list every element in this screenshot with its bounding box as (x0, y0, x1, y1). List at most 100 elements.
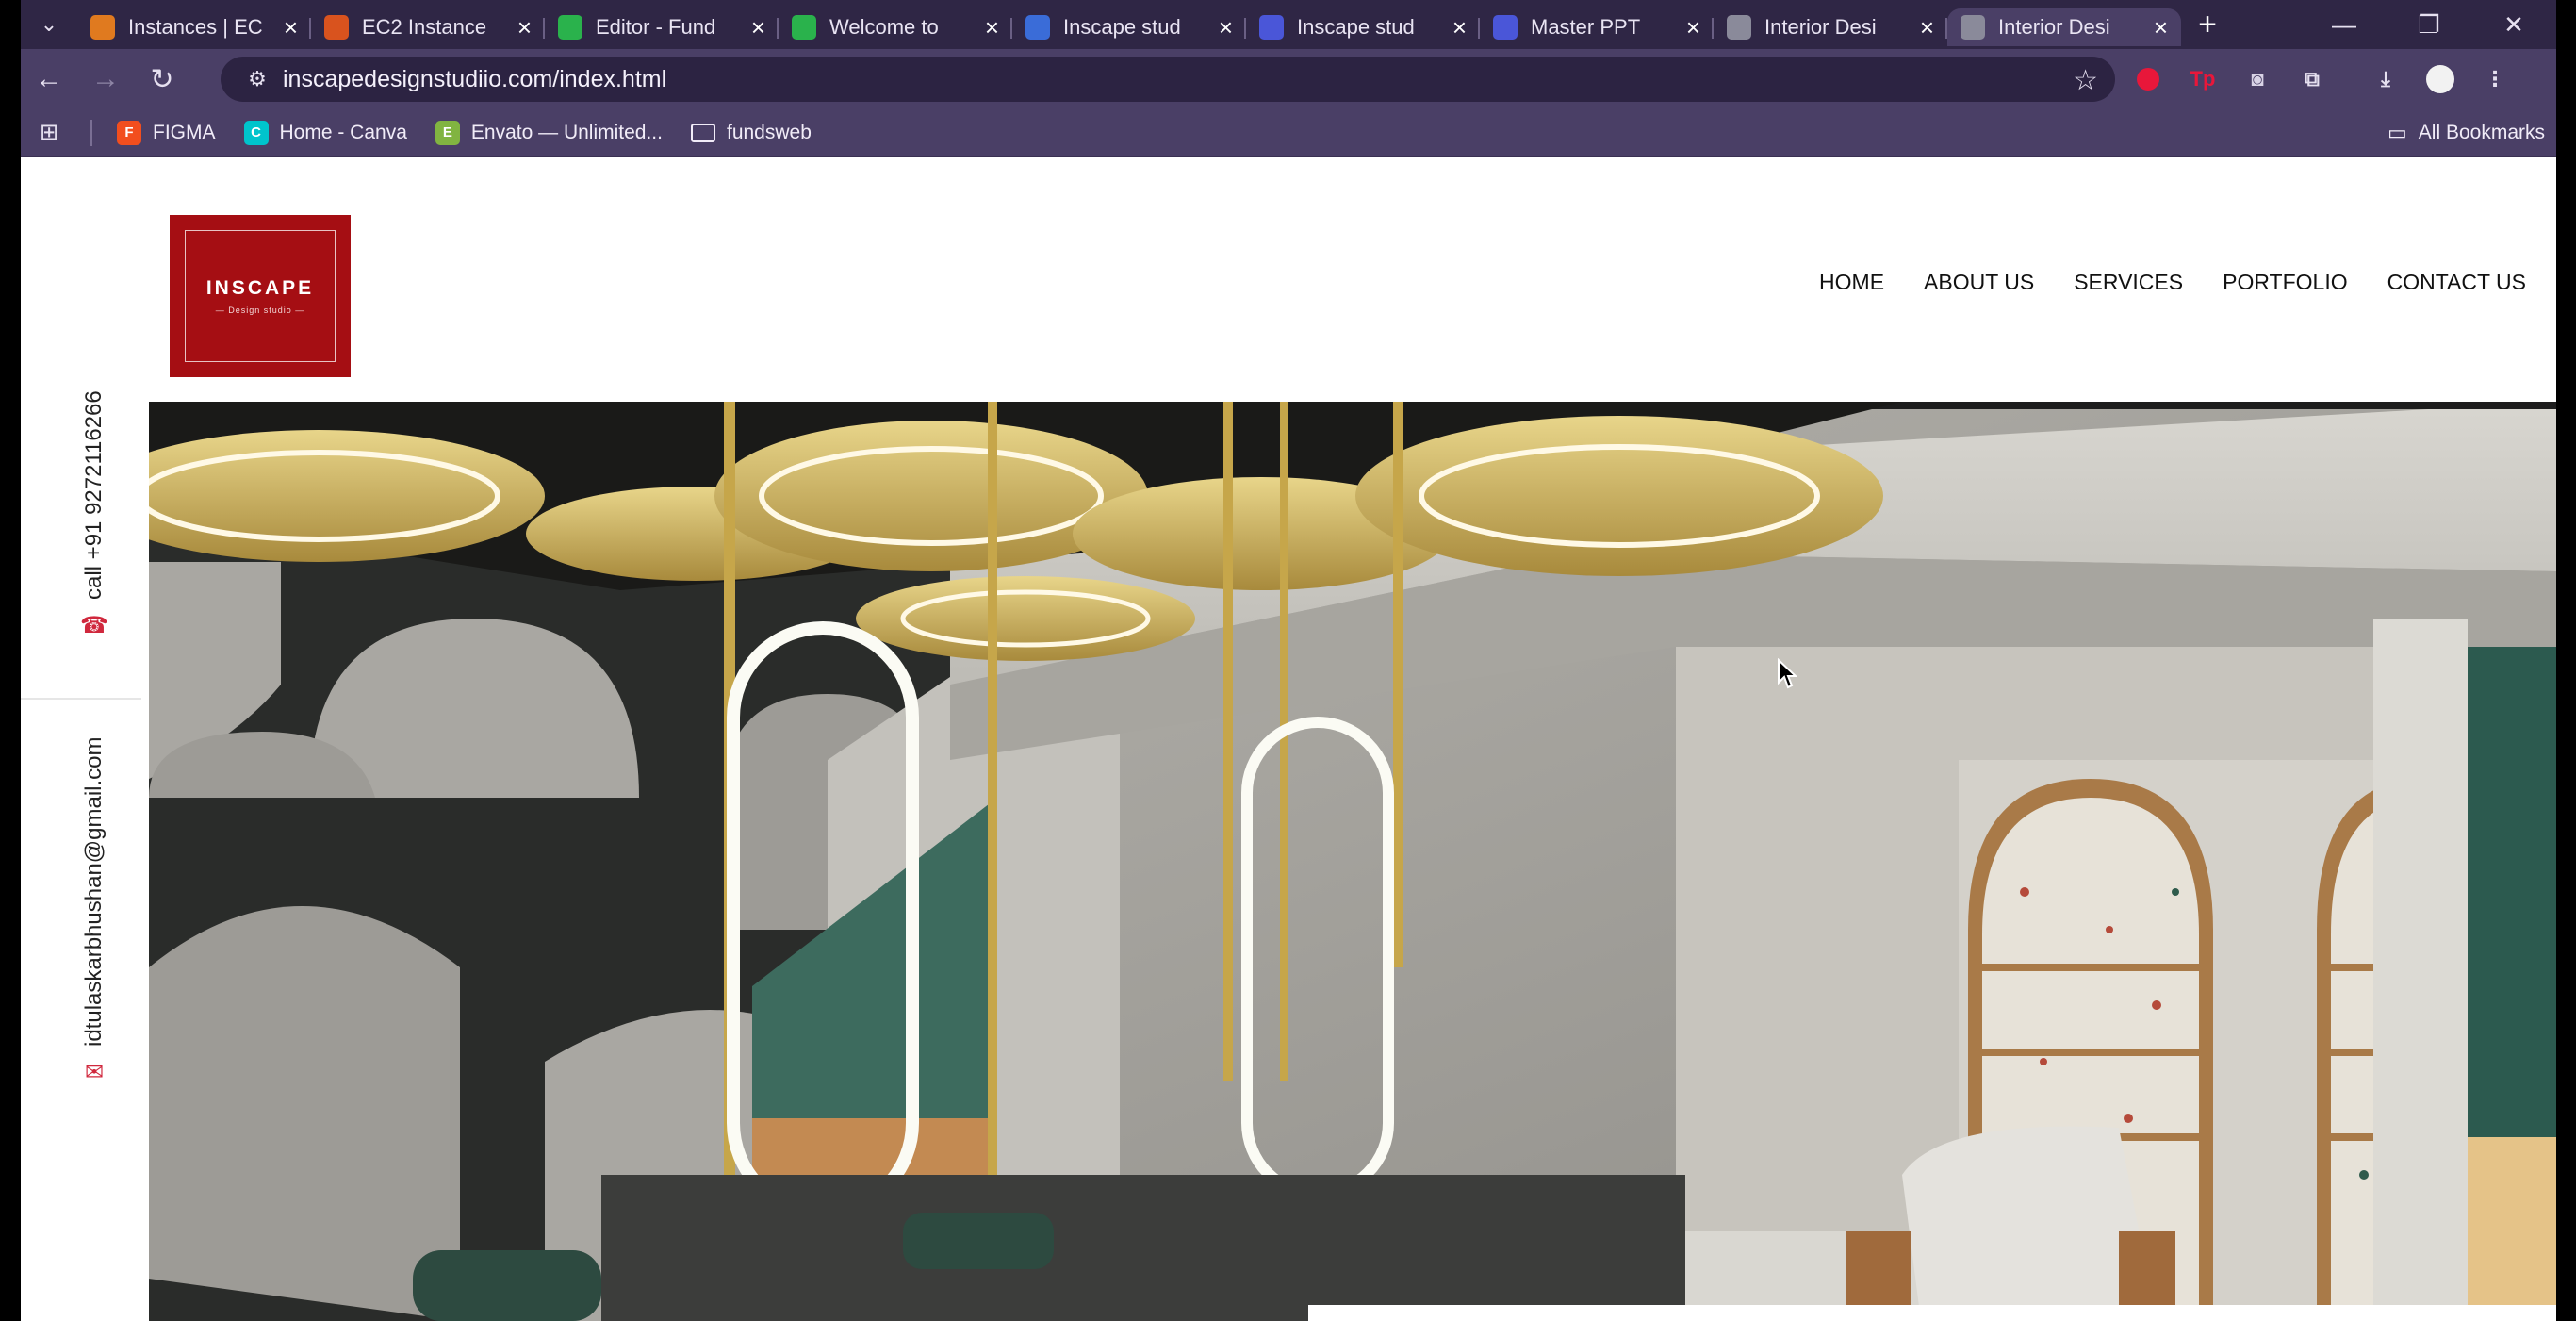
address-bar[interactable]: ⚙ inscapedesignstudiio.com/index.html ☆ (221, 57, 2115, 102)
globe-icon (1961, 15, 1985, 40)
bookmark-item[interactable]: C Home - Canva (243, 120, 407, 145)
browser-tab[interactable]: Master PPT × (1480, 8, 1714, 46)
back-arrow-icon[interactable]: ← (21, 49, 77, 109)
tab-label: Inscape stud (1063, 15, 1181, 39)
url-text[interactable]: inscapedesignstudiio.com/index.html (283, 66, 666, 93)
browser-tab[interactable]: Instances | EC × (77, 8, 311, 46)
tab-close-icon[interactable]: × (517, 13, 532, 42)
camera-extension-icon[interactable]: ◙ (2241, 63, 2273, 95)
side-contact-bar: ☎ call +91 9272116266 ✉ idtulaskarbhusha… (21, 157, 141, 1321)
tab-label: Instances | EC (128, 15, 263, 39)
tab-label: Inscape stud (1297, 15, 1415, 39)
tab-label: Interior Desi (1764, 15, 1877, 39)
nav-services[interactable]: SERVICES (2074, 270, 2183, 295)
blue-shield-icon (1493, 15, 1518, 40)
logo-tagline: — Design studio — (215, 305, 305, 315)
inscape-logo[interactable]: INSCAPE — Design studio — (170, 215, 351, 377)
browser-toolbar: ← → ↻ ⚙ inscapedesignstudiio.com/index.h… (21, 49, 2556, 109)
nav-about-us[interactable]: ABOUT US (1924, 270, 2034, 295)
aws-orange-icon (90, 15, 115, 40)
tp-extension-icon[interactable]: Tp (2187, 63, 2219, 95)
bookmark-favicon-icon: E (435, 120, 460, 145)
browser-tab[interactable]: EC2 Instance × (311, 8, 545, 46)
profile-avatar[interactable] (2424, 63, 2456, 95)
logo-frame: INSCAPE — Design studio — (185, 230, 336, 362)
extension-icons: Tp ◙ ⧉ ⤓ ⋮ (2132, 49, 2511, 109)
logo-brand: INSCAPE (205, 277, 315, 299)
window-controls: — ❐ ✕ (2302, 0, 2556, 49)
tab-label: Welcome to (829, 15, 939, 39)
tab-close-icon[interactable]: × (985, 13, 999, 42)
bookmark-item[interactable]: ▭ fundsweb (690, 121, 812, 145)
tab-label: Interior Desi (1998, 15, 2110, 39)
bookmark-label: fundsweb (726, 121, 812, 143)
tab-close-icon[interactable]: × (2154, 13, 2168, 42)
aws-orange-icon (324, 15, 349, 40)
tab-strip: ⌄ Instances | EC × EC2 Instance × Editor - F… (21, 0, 2556, 49)
tab-close-icon[interactable]: × (751, 13, 765, 42)
all-bookmarks-button[interactable]: ▭ All Bookmarks (2387, 109, 2545, 157)
mail-icon: ✉ (84, 1059, 105, 1085)
bookmark-separator (90, 119, 92, 146)
website-viewport: ☎ call +91 9272116266 ✉ idtulaskarbhusha… (21, 157, 2556, 1321)
bookmark-item[interactable]: E Envato — Unlimited... (435, 120, 663, 145)
browser-tab[interactable]: Editor - Fund × (545, 8, 779, 46)
minimize-icon[interactable]: — (2302, 0, 2387, 49)
mouse-pointer-icon (1778, 658, 1797, 689)
tab-close-icon[interactable]: × (1219, 13, 1233, 42)
tab-close-icon[interactable]: × (1452, 13, 1467, 42)
menu-kebab-icon[interactable]: ⋮ (2479, 63, 2511, 95)
bookmark-favicon-icon: F (117, 120, 141, 145)
all-bookmarks-label: All Bookmarks (2418, 122, 2545, 143)
browser-tab[interactable]: Interior Desi × (1714, 8, 1947, 46)
tab-close-icon[interactable]: × (284, 13, 298, 42)
blue-globe-icon (1025, 15, 1050, 40)
browser-tab[interactable]: Inscape stud × (1012, 8, 1246, 46)
browser-window: ⌄ Instances | EC × EC2 Instance × Editor - F… (21, 0, 2556, 1321)
bookmark-label: Envato — Unlimited... (470, 121, 663, 143)
forward-arrow-icon[interactable]: → (77, 49, 134, 109)
apps-grid-icon[interactable]: ⊞ (21, 109, 77, 157)
bookmark-label: Home - Canva (279, 121, 407, 143)
tab-close-icon[interactable]: × (1920, 13, 1934, 42)
email-contact[interactable]: ✉ idtulaskarbhushan@gmail.com (81, 736, 107, 1084)
bookmark-label: FIGMA (153, 121, 216, 143)
bookmark-favicon-icon: C (243, 120, 269, 145)
email-text: idtulaskarbhushan@gmail.com (81, 736, 107, 1047)
bookmark-item[interactable]: F FIGMA (117, 120, 216, 145)
phone-text: call +91 9272116266 (81, 390, 107, 600)
green-k-icon (792, 15, 816, 40)
tab-label: Editor - Fund (596, 15, 716, 39)
tab-search-chevron-icon[interactable]: ⌄ (21, 0, 77, 49)
nav-portfolio[interactable]: PORTFOLIO (2223, 270, 2348, 295)
nav-home[interactable]: HOME (1819, 270, 1884, 295)
nav-contact-us[interactable]: CONTACT US (2387, 270, 2526, 295)
browser-tab[interactable]: Inscape stud × (1246, 8, 1480, 46)
restore-icon[interactable]: ❐ (2387, 0, 2471, 49)
blue-shield-icon (1259, 15, 1284, 40)
phone-contact[interactable]: ☎ call +91 9272116266 (80, 390, 108, 638)
green-k-icon (558, 15, 582, 40)
phone-icon: ☎ (80, 612, 108, 638)
reload-icon[interactable]: ↻ (134, 49, 190, 109)
bookmark-star-icon[interactable]: ☆ (2073, 64, 2098, 97)
tab-label: Master PPT (1531, 15, 1641, 39)
folder-icon: ▭ (690, 123, 715, 142)
globe-icon (1727, 15, 1751, 40)
red-extension-icon[interactable] (2132, 63, 2164, 95)
tab-close-icon[interactable]: × (1686, 13, 1700, 42)
download-icon[interactable]: ⤓ (2370, 63, 2402, 95)
browser-tab[interactable]: Interior Desi × (1947, 8, 2181, 46)
hero-interior-image (149, 402, 2556, 1321)
site-info-icon[interactable]: ⚙ (232, 67, 283, 91)
tab-label: EC2 Instance (362, 15, 487, 39)
close-window-icon[interactable]: ✕ (2471, 0, 2556, 49)
new-tab-button[interactable]: + (2181, 0, 2234, 49)
puzzle-extensions-icon[interactable]: ⧉ (2296, 63, 2328, 95)
hero-illustration (149, 402, 2556, 1321)
bookmarks-bar: ⊞ F FIGMA C Home - Canva E Envato — Unlimited… (21, 109, 2556, 157)
browser-tab[interactable]: Welcome to × (779, 8, 1012, 46)
main-navigation: HOME ABOUT US SERVICES PORTFOLIO CONTACT… (1819, 270, 2526, 295)
side-divider (21, 698, 141, 700)
folder-icon: ▭ (2387, 121, 2407, 144)
